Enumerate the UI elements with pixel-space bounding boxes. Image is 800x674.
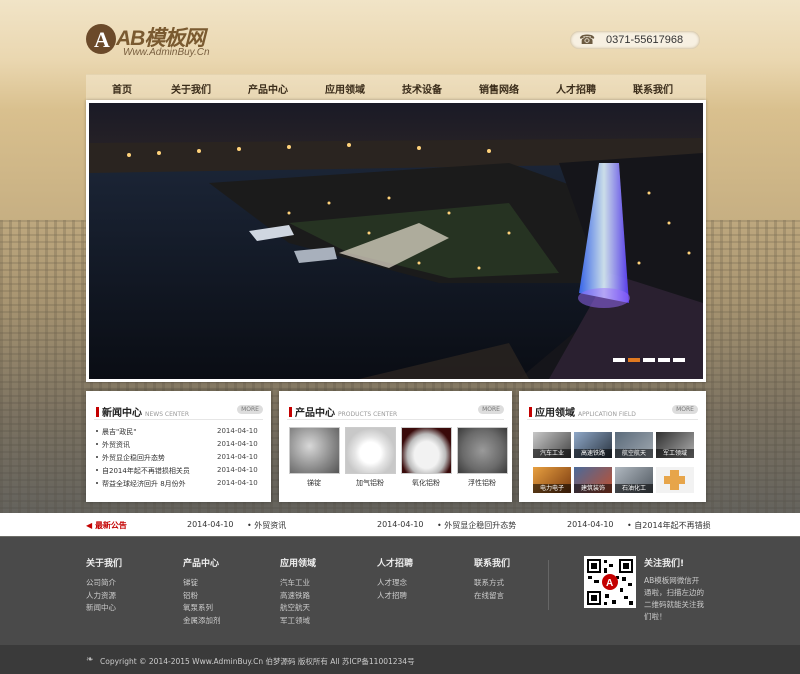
follow-title: 关注我们!	[644, 559, 685, 569]
application-item[interactable]: 军工领域	[656, 432, 694, 458]
applications-more-button[interactable]: MORE	[672, 405, 698, 414]
footer-col-contact: 联系我们 联系方式 在线留言	[474, 556, 510, 602]
main-nav: 首页 关于我们 产品中心 应用领域 技术设备 销售网络 人才招聘 联系我们	[86, 74, 706, 101]
nav-products[interactable]: 产品中心	[248, 81, 288, 96]
nav-sales[interactable]: 销售网络	[479, 81, 519, 96]
application-item[interactable]: 航空航天	[615, 432, 653, 458]
footer-col-jobs: 人才招聘 人才理念 人才招聘	[377, 556, 413, 602]
notice-date: 2014-04-10	[377, 520, 424, 529]
product-item[interactable]: 加气铝粉	[345, 427, 396, 487]
follow-text: AB模板网微信开通啦，扫描左边的二维码就能关注我们啦！	[644, 576, 704, 621]
slider-dots	[610, 355, 685, 365]
nav-jobs[interactable]: 人才招聘	[556, 81, 596, 96]
footer-link[interactable]: 人才招聘	[377, 590, 413, 603]
application-item[interactable]: 高速铁路	[574, 432, 612, 458]
news-more-button[interactable]: MORE	[237, 405, 263, 414]
application-item[interactable]: 建筑装饰	[574, 467, 612, 493]
phone-icon: ☎	[579, 33, 596, 48]
qr-code-icon: A	[584, 556, 636, 608]
slider-dot-active[interactable]	[628, 358, 640, 362]
notice-date: 2014-04-10	[567, 520, 614, 529]
phone-number: 0371-55617968	[606, 34, 684, 46]
footer-link[interactable]: 航空航天	[280, 602, 316, 615]
nav-equipment[interactable]: 技术设备	[402, 81, 442, 96]
copyright-bar: ❧ Copyright © 2014-2015 Www.AdminBuy.Cn …	[0, 645, 800, 674]
product-item[interactable]: 锑锭	[289, 427, 340, 487]
slider-dot[interactable]	[613, 358, 625, 362]
footer-col-about: 关于我们 公司简介 人力资源 新闻中心	[86, 556, 122, 615]
footer-link[interactable]: 在线留言	[474, 590, 510, 603]
products-title: 产品中心 PRODUCTS CENTER	[289, 404, 397, 419]
footer-link[interactable]: 军工领域	[280, 615, 316, 628]
speaker-icon: ◀	[86, 521, 95, 530]
footer-link[interactable]: 新闻中心	[86, 602, 122, 615]
application-more-plus[interactable]	[656, 467, 694, 493]
notice-bar: ◀ 最新公告 2014-04-10 • 外贸资讯 2014-04-10 • 外贸…	[0, 513, 800, 536]
logo-mark: A	[86, 24, 116, 54]
footer-col-applications: 应用领域 汽车工业 高速铁路 航空航天 军工领域	[280, 556, 316, 627]
footer-link[interactable]: 联系方式	[474, 577, 510, 590]
notice-title: ◀ 最新公告	[86, 521, 127, 530]
applications-title: 应用领域 APPLICATION FIELD	[529, 404, 636, 419]
phone-badge: ☎ 0371-55617968	[570, 31, 700, 49]
site-logo[interactable]: A AB模板网 Www.AdminBuy.Cn	[86, 22, 226, 60]
footer-link[interactable]: 人才理念	[377, 577, 413, 590]
footer-link[interactable]: 高速铁路	[280, 590, 316, 603]
notice-item[interactable]: • 外贸资讯	[247, 520, 286, 531]
nav-about[interactable]: 关于我们	[171, 81, 211, 96]
products-more-button[interactable]: MORE	[478, 405, 504, 414]
footer-link[interactable]: 氧泵系列	[183, 602, 221, 615]
slider-dot[interactable]	[658, 358, 670, 362]
footer-link[interactable]: 人力资源	[86, 590, 122, 603]
header: A AB模板网 Www.AdminBuy.Cn ☎ 0371-55617968	[0, 0, 800, 72]
nav-applications[interactable]: 应用领域	[325, 81, 365, 96]
footer-link[interactable]: 汽车工业	[280, 577, 316, 590]
svg-text:A: A	[606, 578, 613, 589]
copyright-text: Copyright © 2014-2015 Www.AdminBuy.Cn 伯梦…	[100, 657, 415, 666]
footer-link[interactable]: 公司简介	[86, 577, 122, 590]
slider-dot[interactable]	[643, 358, 655, 362]
news-panel: 新闻中心 NEWS CENTER MORE 晨吉"政民" 2014-04-10 外贸…	[86, 391, 271, 502]
nav-contact[interactable]: 联系我们	[633, 81, 673, 96]
nav-home[interactable]: 首页	[112, 81, 132, 96]
product-item[interactable]: 氧化铝粉	[401, 427, 452, 487]
hero-banner	[86, 100, 706, 382]
follow-us: 关注我们! AB模板网微信开通啦，扫描左边的二维码就能关注我们啦！	[644, 556, 706, 623]
products-panel: 产品中心 PRODUCTS CENTER MORE 锑锭 加气铝粉 氧化铝粉 浮性…	[279, 391, 512, 502]
footer-link[interactable]: 金属添加剂	[183, 615, 221, 628]
application-item[interactable]: 汽车工业	[533, 432, 571, 458]
copyright-logo-icon: ❧	[86, 655, 94, 665]
application-item[interactable]: 电力电子	[533, 467, 571, 493]
footer-col-products: 产品中心 锑锭 铝粉 氧泵系列 金属添加剂	[183, 556, 221, 627]
footer-divider	[548, 560, 549, 610]
notice-item[interactable]: • 自2014年起不再错损	[627, 520, 711, 531]
notice-date: 2014-04-10	[187, 520, 234, 529]
banner-image[interactable]	[89, 103, 703, 379]
application-item[interactable]: 石油化工	[615, 467, 653, 493]
footer-link[interactable]: 铝粉	[183, 590, 221, 603]
applications-panel: 应用领域 APPLICATION FIELD MORE 汽车工业 高速铁路 航空航…	[519, 391, 706, 502]
footer: 关于我们 公司简介 人力资源 新闻中心 产品中心 锑锭 铝粉 氧泵系列 金属添加…	[0, 537, 800, 645]
notice-item[interactable]: • 外贸显企稳回升态势	[437, 520, 516, 531]
footer-link[interactable]: 锑锭	[183, 577, 221, 590]
logo-url: Www.AdminBuy.Cn	[123, 47, 210, 58]
product-item[interactable]: 浮性铝粉	[457, 427, 508, 487]
slider-dot[interactable]	[673, 358, 685, 362]
news-title: 新闻中心 NEWS CENTER	[96, 404, 189, 419]
